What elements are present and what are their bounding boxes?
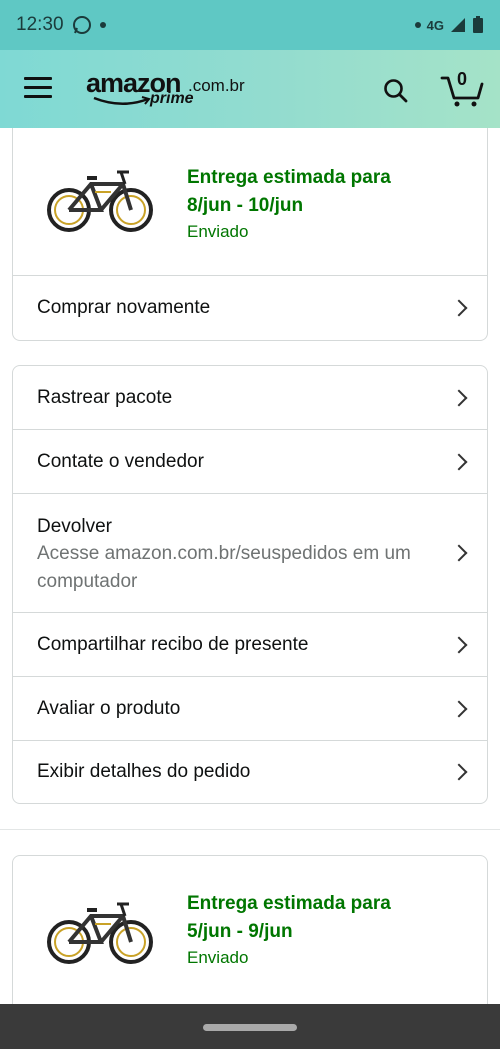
search-icon (384, 79, 408, 103)
return-hint: Acesse amazon.com.br/seuspedidos em um c… (37, 543, 411, 592)
bicycle-product-image (47, 902, 153, 964)
order-product[interactable]: Entrega estimada para 5/jun - 9/jun Envi… (13, 856, 487, 1004)
bicycle-product-image (47, 170, 153, 232)
track-package-row[interactable]: Rastrear pacote (13, 366, 487, 430)
status-right: 4G (414, 16, 484, 34)
amazon-logo[interactable]: amazon .com.br prime (86, 68, 246, 112)
status-time: 12:30 (16, 14, 64, 35)
chevron-right-icon (450, 389, 468, 406)
notification-dot-icon (414, 22, 421, 28)
delivery-estimate-dates: 5/jun - 9/jun (187, 921, 293, 942)
order-card: Entrega estimada para 5/jun - 9/jun Envi… (12, 855, 488, 1015)
review-product-row[interactable]: Avaliar o produto (13, 677, 487, 741)
menu-icon (24, 77, 52, 80)
order-card: Entrega estimada para 8/jun - 10/jun Env… (12, 128, 488, 341)
system-navigation-bar (0, 1004, 500, 1049)
buy-again-label: Comprar novamente (37, 297, 211, 318)
cart-count-badge: 0 (457, 69, 468, 89)
menu-icon-bar (24, 95, 52, 98)
menu-icon-bar (24, 86, 52, 89)
delivery-info: Entrega estimada para 8/jun - 10/jun Env… (187, 164, 477, 242)
logo-prime: prime (150, 90, 194, 107)
chevron-right-icon (450, 763, 468, 781)
contact-seller-row[interactable]: Contate o vendedor (13, 430, 487, 494)
notification-dot-icon (99, 22, 106, 28)
status-left: 12:30 (16, 14, 106, 36)
track-package-label: Rastrear pacote (37, 386, 173, 408)
review-product-label: Avaliar o produto (37, 697, 181, 719)
chevron-right-icon (450, 636, 468, 653)
order-details-label: Exibir detalhes do pedido (37, 761, 251, 782)
network-type: 4G (426, 17, 444, 33)
gift-receipt-row[interactable]: Compartilhar recibo de presente (13, 613, 487, 677)
delivery-estimate-label: Entrega estimada para (187, 167, 391, 188)
signal-icon (451, 18, 465, 32)
cart-button[interactable]: 0 (440, 69, 484, 108)
delivery-estimate-label: Entrega estimada para (187, 893, 391, 914)
section-divider (0, 829, 500, 830)
app-header: amazon .com.br prime 0 (0, 50, 500, 128)
chevron-right-icon (450, 544, 468, 562)
logo-domain: .com.br (188, 76, 245, 95)
delivery-estimate-dates: 8/jun - 10/jun (187, 195, 304, 216)
order-product[interactable]: Entrega estimada para 8/jun - 10/jun Env… (13, 128, 487, 276)
menu-button[interactable] (24, 77, 52, 101)
chevron-right-icon (450, 453, 468, 470)
status-bar: 12:30 4G (0, 0, 500, 50)
home-gesture-handle[interactable] (203, 1024, 297, 1031)
order-actions-card: Rastrear pacote Contate o vendedor Devol… (12, 365, 488, 804)
whatsapp-icon (72, 16, 91, 34)
chevron-right-icon (450, 700, 468, 717)
chevron-right-icon (450, 299, 468, 317)
shipment-status: Enviado (187, 222, 249, 241)
contact-seller-label: Contate o vendedor (37, 450, 204, 472)
return-label: Devolver (37, 516, 112, 537)
smile-arrow-icon (93, 96, 151, 105)
shipment-status: Enviado (187, 948, 249, 967)
gift-receipt-label: Compartilhar recibo de presente (37, 633, 309, 655)
delivery-info: Entrega estimada para 5/jun - 9/jun Envi… (187, 890, 477, 968)
battery-icon (473, 16, 483, 33)
order-details-row[interactable]: Exibir detalhes do pedido (13, 741, 487, 803)
buy-again-row[interactable]: Comprar novamente (13, 276, 487, 340)
search-button[interactable] (382, 77, 410, 105)
return-row[interactable]: Devolver Acesse amazon.com.br/seuspedido… (13, 494, 487, 613)
